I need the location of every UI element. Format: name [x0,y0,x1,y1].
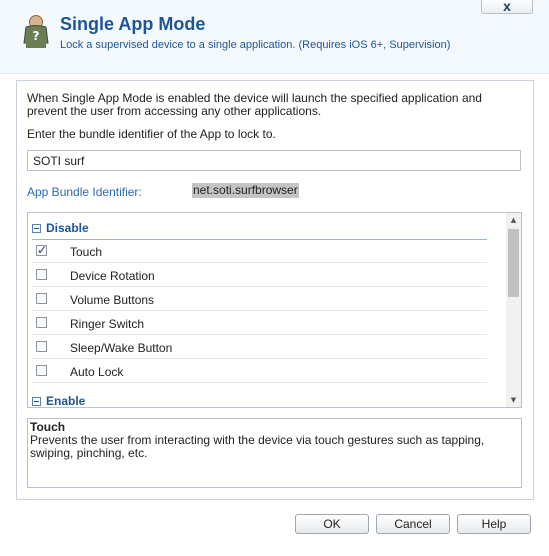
volume-buttons-checkbox[interactable] [36,293,47,304]
option-label: Auto Lock [70,365,124,379]
help-button[interactable]: Help [457,514,531,534]
auto-lock-checkbox[interactable] [36,365,47,376]
scroll-down-arrow-icon[interactable]: ▼ [506,393,521,407]
description-text: When Single App Mode is enabled the devi… [27,91,482,118]
user-question-icon: ? [23,15,49,48]
scroll-up-arrow-icon[interactable]: ▲ [506,213,521,227]
bundle-instruction-label: Enter the bundle identifier of the App t… [27,127,276,141]
option-label: Ringer Switch [70,317,145,331]
option-row-auto-lock[interactable]: Auto Lock [32,360,487,383]
option-label: Touch [70,245,103,259]
touch-checkbox[interactable] [36,243,47,257]
disable-group-label: Disable [46,221,89,235]
option-row-ringer-switch[interactable]: Ringer Switch [32,312,487,335]
dialog-header: x ? Single App Mode Lock a supervised de… [0,0,549,74]
device-rotation-checkbox[interactable] [36,269,47,280]
scrollbar-thumb[interactable] [508,229,519,297]
bundle-identifier-label: App Bundle Identifier: [27,185,142,199]
help-description-box: Touch Prevents the user from interacting… [27,418,522,488]
option-label: Sleep/Wake Button [70,341,173,355]
option-row-touch[interactable]: Touch [32,240,487,263]
close-button[interactable]: x [481,0,533,14]
option-row-volume-buttons[interactable]: Volume Buttons [32,288,487,311]
app-name-input[interactable] [27,150,521,171]
options-list[interactable]: Disable Touch Device Rotation Volume But… [27,212,522,408]
collapse-icon[interactable] [32,397,41,407]
cancel-button[interactable]: Cancel [376,514,450,534]
option-label: Volume Buttons [70,293,155,307]
ok-button[interactable]: OK [295,514,369,534]
dialog-subtitle: Lock a supervised device to a single app… [60,39,451,51]
dialog-title: Single App Mode [60,14,206,34]
svg-text:?: ? [33,29,40,43]
help-text: Prevents the user from interacting with … [30,433,485,460]
option-row-device-rotation[interactable]: Device Rotation [32,264,487,287]
sleep-wake-checkbox[interactable] [36,341,47,352]
bundle-identifier-value: net.soti.surfbrowser [192,183,299,198]
enable-group-header[interactable]: Enable [32,394,487,408]
ringer-switch-checkbox[interactable] [36,317,47,328]
option-row-sleep-wake[interactable]: Sleep/Wake Button [32,336,487,359]
disable-group-header[interactable]: Disable [32,221,487,240]
collapse-icon[interactable] [32,224,41,234]
enable-group-label: Enable [46,394,86,408]
options-scrollbar[interactable]: ▲ ▼ [506,213,521,407]
option-label: Device Rotation [70,269,155,283]
